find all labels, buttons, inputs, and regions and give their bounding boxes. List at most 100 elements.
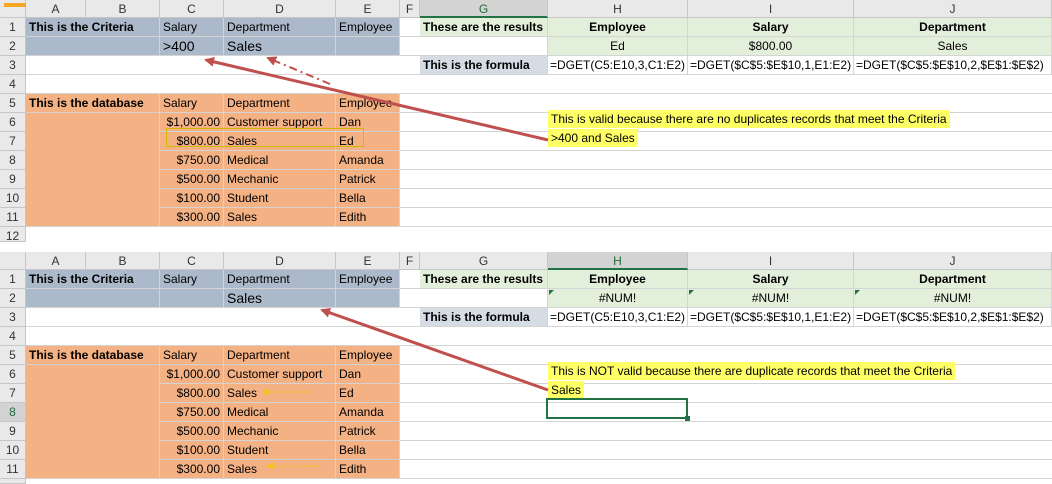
row-header-7[interactable]: 7	[0, 384, 26, 403]
row-header-2[interactable]: 2	[0, 289, 26, 308]
table-row-salary[interactable]: $300.00	[160, 460, 224, 479]
column-header-f[interactable]: F	[400, 252, 420, 270]
row-header-10[interactable]: 10	[0, 189, 26, 208]
criteria-blank[interactable]	[26, 37, 160, 56]
row-header-11[interactable]: 11	[0, 208, 26, 227]
column-header-f[interactable]: F	[400, 0, 420, 18]
table-row-department[interactable]: Sales	[224, 208, 336, 227]
results-salary-value[interactable]: $800.00	[688, 37, 854, 56]
fill-handle[interactable]	[685, 416, 690, 421]
row-header-6[interactable]: 6	[0, 365, 26, 384]
column-header-g[interactable]: G	[420, 0, 548, 18]
row-header-12[interactable]: 12	[0, 227, 26, 243]
column-header-c[interactable]: C	[160, 252, 224, 270]
criteria-header-department[interactable]: Department	[224, 270, 336, 289]
database-header-salary[interactable]: Salary	[160, 94, 224, 113]
column-header-g[interactable]: G	[420, 252, 548, 270]
table-row-salary[interactable]: $1,000.00	[160, 365, 224, 384]
row-header-6[interactable]: 6	[0, 113, 26, 132]
error-indicator-icon[interactable]	[689, 290, 694, 295]
row-header-5[interactable]: 5	[0, 346, 26, 365]
criteria-department-value[interactable]: Sales	[224, 289, 336, 308]
table-row-department[interactable]: Student	[224, 189, 336, 208]
database-header-department[interactable]: Department	[224, 94, 336, 113]
formula-employee[interactable]: =DGET(C5:E10,3,C1:E2)	[548, 56, 688, 75]
table-row-department[interactable]: Medical	[224, 151, 336, 170]
results-blank[interactable]	[420, 37, 548, 56]
column-header-a[interactable]: A	[26, 0, 86, 18]
table-row-salary[interactable]: $750.00	[160, 403, 224, 422]
row-header-10[interactable]: 10	[0, 441, 26, 460]
column-header-i[interactable]: I	[688, 252, 854, 270]
row-header-9[interactable]: 9	[0, 422, 26, 441]
row-header-8[interactable]: 8	[0, 151, 26, 170]
results-header-salary[interactable]: Salary	[688, 18, 854, 37]
column-header-j[interactable]: J	[854, 0, 1052, 18]
table-row-employee[interactable]: Patrick	[336, 422, 400, 441]
row-header-3[interactable]: 3	[0, 56, 26, 75]
column-header-a[interactable]: A	[26, 252, 86, 270]
results-department-value[interactable]: Sales	[854, 37, 1052, 56]
row-header-7[interactable]: 7	[0, 132, 26, 151]
formula-department[interactable]: =DGET($C$5:$E$10,2,$E$1:$E$2)	[854, 56, 1052, 75]
table-row-employee[interactable]: Bella	[336, 189, 400, 208]
row-header-1[interactable]: 1	[0, 270, 26, 289]
formula-label[interactable]: This is the formula	[420, 308, 548, 327]
table-row-employee[interactable]: Patrick	[336, 170, 400, 189]
table-row-employee[interactable]: Edith	[336, 208, 400, 227]
table-row-employee[interactable]: Dan	[336, 365, 400, 384]
column-header-b[interactable]: B	[86, 0, 160, 18]
criteria-employee-value[interactable]	[336, 37, 400, 56]
row-header-1[interactable]: 1	[0, 18, 26, 37]
table-row-salary[interactable]: $750.00	[160, 151, 224, 170]
table-row-salary[interactable]: $100.00	[160, 441, 224, 460]
table-row-salary[interactable]: $500.00	[160, 170, 224, 189]
results-department-error[interactable]: #NUM!	[854, 289, 1052, 308]
criteria-department-value[interactable]: Sales	[224, 37, 336, 56]
table-row-salary[interactable]: $300.00	[160, 208, 224, 227]
column-header-h[interactable]: H	[548, 0, 688, 18]
row-header-5[interactable]: 5	[0, 94, 26, 113]
row-header-4[interactable]: 4	[0, 75, 26, 94]
column-header-d[interactable]: D	[224, 0, 336, 18]
database-header-employee[interactable]: Employee	[336, 94, 400, 113]
formula-salary[interactable]: =DGET($C$5:$E$10,1,E1:E2)	[688, 308, 854, 327]
column-header-e[interactable]: E	[336, 252, 400, 270]
column-header-i[interactable]: I	[688, 0, 854, 18]
formula-label[interactable]: This is the formula	[420, 56, 548, 75]
table-row-employee[interactable]: Bella	[336, 441, 400, 460]
select-all-corner[interactable]	[0, 252, 26, 270]
criteria-employee-value[interactable]	[336, 289, 400, 308]
table-row-department[interactable]: Mechanic	[224, 422, 336, 441]
table-row-employee[interactable]: Ed	[336, 384, 400, 403]
formula-department[interactable]: =DGET($C$5:$E$10,2,$E$1:$E$2)	[854, 308, 1052, 327]
criteria-salary-value[interactable]	[160, 289, 224, 308]
select-all-corner[interactable]	[0, 0, 30, 18]
row-header-4[interactable]: 4	[0, 327, 26, 346]
error-indicator-icon[interactable]	[549, 290, 554, 295]
row-header-8[interactable]: 8	[0, 403, 26, 422]
results-header-employee[interactable]: Employee	[548, 270, 688, 289]
column-header-d[interactable]: D	[224, 252, 336, 270]
criteria-title[interactable]: This is the Criteria	[26, 270, 160, 289]
results-header-department[interactable]: Department	[854, 270, 1052, 289]
column-header-b[interactable]: B	[86, 252, 160, 270]
row-header-9[interactable]: 9	[0, 170, 26, 189]
table-row-department[interactable]: Sales	[224, 460, 336, 479]
table-row-department[interactable]: Sales	[224, 384, 336, 403]
database-blank-area[interactable]	[26, 113, 160, 227]
database-header-employee[interactable]: Employee	[336, 346, 400, 365]
table-row-department[interactable]: Medical	[224, 403, 336, 422]
table-row-employee[interactable]: Edith	[336, 460, 400, 479]
row-header-2[interactable]: 2	[0, 37, 26, 56]
column-header-j[interactable]: J	[854, 252, 1052, 270]
database-header-department[interactable]: Department	[224, 346, 336, 365]
criteria-header-employee[interactable]: Employee	[336, 270, 400, 289]
column-header-e[interactable]: E	[336, 0, 400, 18]
results-title[interactable]: These are the results	[420, 270, 548, 289]
table-row-salary[interactable]: $800.00	[160, 384, 224, 403]
column-header-h[interactable]: H	[548, 252, 688, 270]
row-header-3[interactable]: 3	[0, 308, 26, 327]
criteria-header-department[interactable]: Department	[224, 18, 336, 37]
criteria-header-employee[interactable]: Employee	[336, 18, 400, 37]
